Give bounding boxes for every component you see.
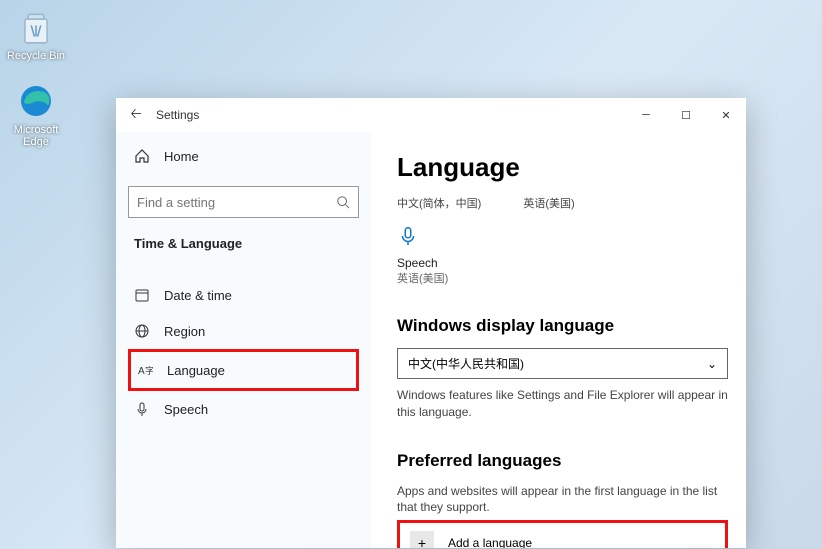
language-icon: A字	[137, 362, 153, 378]
search-box[interactable]	[128, 186, 359, 218]
edge-label: Microsoft Edge	[14, 124, 59, 148]
window-title: Settings	[156, 108, 199, 122]
edge-icon	[15, 80, 57, 122]
content-pane: Language 中文(简体，中国) 英语(美国) Speech 英语(美国) …	[371, 132, 746, 548]
search-icon	[336, 195, 350, 209]
preferred-desc: Apps and websites will appear in the fir…	[397, 483, 728, 517]
lang-tab-en[interactable]: 英语(美国)	[523, 195, 574, 211]
add-language-button[interactable]: + Add a language	[397, 520, 728, 548]
maximize-button[interactable]: ☐	[666, 98, 706, 132]
nav-region-label: Region	[164, 324, 205, 339]
display-language-selected: 中文(中华人民共和国)	[408, 355, 524, 372]
nav-language[interactable]: A字 Language	[128, 349, 359, 391]
preferred-title: Preferred languages	[397, 451, 728, 471]
page-title: Language	[397, 152, 728, 183]
sidebar: Home Time & Language Date & time Region …	[116, 132, 371, 548]
svg-text:A: A	[138, 366, 145, 377]
microsoft-edge[interactable]: Microsoft Edge	[6, 80, 66, 148]
recycle-bin[interactable]: Recycle Bin	[6, 6, 66, 62]
globe-icon	[134, 323, 150, 339]
home-icon	[134, 148, 150, 164]
calendar-icon	[134, 287, 150, 303]
language-tabs: 中文(简体，中国) 英语(美国)	[397, 195, 728, 211]
display-lang-desc: Windows features like Settings and File …	[397, 387, 728, 421]
recycle-bin-label: Recycle Bin	[7, 50, 65, 62]
section-header: Time & Language	[128, 236, 359, 251]
display-language-dropdown[interactable]: 中文(中华人民共和国) ⌄	[397, 348, 728, 379]
speech-tile[interactable]: Speech 英语(美国)	[397, 225, 728, 286]
settings-window: 🡠 Settings ─ ☐ ✕ Home Time & Language Da…	[116, 98, 746, 548]
back-button[interactable]: 🡠	[116, 103, 156, 127]
svg-text:字: 字	[145, 365, 153, 376]
plus-icon: +	[410, 531, 434, 548]
lang-tab-cn[interactable]: 中文(简体，中国)	[397, 195, 481, 211]
nav-home[interactable]: Home	[128, 140, 359, 172]
speech-mic-icon	[397, 225, 419, 247]
search-input[interactable]	[137, 195, 336, 210]
close-button[interactable]: ✕	[706, 98, 746, 132]
speech-value: 英语(美国)	[397, 270, 728, 286]
nav-date-time[interactable]: Date & time	[128, 277, 359, 313]
nav-speech-label: Speech	[164, 402, 208, 417]
mic-icon	[134, 401, 150, 417]
nav-region[interactable]: Region	[128, 313, 359, 349]
recycle-bin-icon	[15, 6, 57, 48]
speech-title: Speech	[397, 256, 728, 270]
nav-home-label: Home	[164, 149, 199, 164]
nav-date-time-label: Date & time	[164, 288, 232, 303]
titlebar: 🡠 Settings ─ ☐ ✕	[116, 98, 746, 132]
display-lang-title: Windows display language	[397, 316, 728, 336]
add-language-label: Add a language	[448, 536, 532, 548]
nav-language-label: Language	[167, 363, 225, 378]
nav-speech[interactable]: Speech	[128, 391, 359, 427]
chevron-down-icon: ⌄	[707, 357, 717, 371]
minimize-button[interactable]: ─	[626, 98, 666, 132]
